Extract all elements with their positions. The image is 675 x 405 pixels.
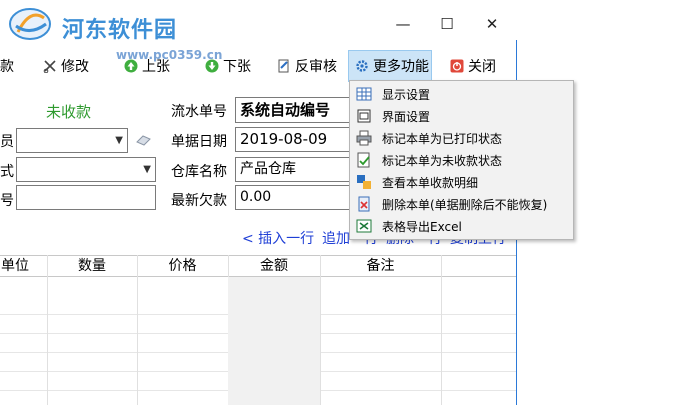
- left-label-3: 号: [0, 193, 14, 209]
- warehouse-field[interactable]: 产品仓库: [235, 157, 353, 182]
- left-combo-2[interactable]: ▼: [16, 157, 156, 182]
- menu-item-delete-document[interactable]: 删除本单(单据删除后不能恢复): [350, 193, 573, 215]
- more-functions-button[interactable]: 更多功能: [348, 50, 432, 82]
- arrears-field: 0.00: [235, 185, 353, 210]
- list-detail-icon: [357, 175, 371, 189]
- gear-icon: [356, 60, 368, 72]
- col-divider: [47, 255, 48, 405]
- menu-item-label: 界面设置: [382, 109, 431, 124]
- serial-label: 流水单号: [171, 104, 227, 120]
- menu-item-view-receipts[interactable]: 查看本单收款明细: [350, 171, 573, 193]
- menu-item-mark-printed[interactable]: 标记本单为已打印状态: [350, 127, 573, 149]
- menu-item-mark-unpaid[interactable]: 标记本单为未收款状态: [350, 149, 573, 171]
- header-remark[interactable]: 备注: [320, 255, 441, 277]
- toolbar: 款 修改 上张 下张 反审核 更多功能 关闭: [0, 50, 517, 82]
- partial-toolbar-button[interactable]: 款: [0, 50, 14, 82]
- menu-item-interface-settings[interactable]: 界面设置: [350, 105, 573, 127]
- eraser-icon[interactable]: [135, 134, 152, 146]
- menu-item-label: 标记本单为已打印状态: [382, 131, 503, 146]
- edit-label: 修改: [61, 59, 89, 75]
- amount-column-shade: [228, 277, 320, 405]
- menu-item-label: 表格导出Excel: [382, 219, 462, 234]
- watermark-title: 河东软件园: [62, 18, 178, 43]
- unaudit-button[interactable]: 反审核: [277, 50, 337, 82]
- menu-item-label: 删除本单(单据删除后不能恢复): [382, 197, 548, 212]
- printer-icon: [356, 130, 372, 146]
- chevron-down-icon: ▼: [115, 135, 123, 146]
- header-price[interactable]: 价格: [137, 255, 228, 277]
- left-label-1: 员: [0, 134, 14, 150]
- chevron-down-icon: ▼: [143, 164, 151, 175]
- delete-document-icon: [358, 196, 370, 212]
- close-window-button[interactable]: ✕: [482, 14, 502, 34]
- more-functions-label: 更多功能: [373, 59, 429, 75]
- left-combo-1[interactable]: ▼: [16, 128, 128, 153]
- document-check-icon: [357, 152, 370, 168]
- close-button[interactable]: 关闭: [450, 50, 496, 82]
- header-amount[interactable]: 金额: [228, 255, 320, 277]
- menu-item-display-settings[interactable]: 显示设置: [350, 83, 573, 105]
- left-label-2: 式: [0, 164, 14, 180]
- close-label: 关闭: [468, 59, 496, 75]
- scissors-icon: [43, 60, 56, 73]
- grid-icon: [356, 87, 372, 101]
- watermark-url: www.pc0359.cn: [116, 48, 223, 62]
- excel-export-icon: [356, 219, 372, 233]
- header-unit[interactable]: 单位: [0, 255, 30, 277]
- menu-item-export-excel[interactable]: 表格导出Excel: [350, 215, 573, 237]
- layout-icon: [357, 109, 371, 123]
- edit-button[interactable]: 修改: [43, 50, 89, 82]
- menu-item-label: 显示设置: [382, 87, 431, 102]
- col-divider: [441, 255, 442, 405]
- date-label: 单据日期: [171, 134, 227, 150]
- next-label: 下张: [223, 59, 251, 75]
- watermark-logo-icon: [9, 8, 51, 40]
- menu-item-label: 查看本单收款明细: [382, 175, 479, 190]
- more-functions-menu: 显示设置 界面设置 标记本单为已打印状态 标记本单为未收款状态 查看本单收款明细: [349, 80, 574, 240]
- maximize-button[interactable]: ☐: [437, 14, 457, 34]
- power-icon: [450, 59, 464, 73]
- header-quantity[interactable]: 数量: [47, 255, 137, 277]
- left-input-3[interactable]: [16, 185, 156, 210]
- document-edit-icon: [278, 59, 289, 73]
- warehouse-label: 仓库名称: [171, 164, 227, 180]
- arrears-label: 最新欠款: [171, 193, 227, 209]
- partial-toolbar-label: 款: [0, 59, 14, 75]
- menu-item-label: 标记本单为未收款状态: [382, 153, 503, 168]
- date-field[interactable]: 2019-08-09: [235, 127, 353, 152]
- payment-status: 未收款: [46, 103, 92, 121]
- insert-row-link[interactable]: < 插入一行: [242, 228, 314, 248]
- unaudit-label: 反审核: [295, 59, 337, 75]
- serial-field: 系统自动编号: [235, 97, 353, 123]
- minimize-button[interactable]: —: [393, 14, 413, 34]
- col-divider: [320, 255, 321, 405]
- col-divider: [137, 255, 138, 405]
- title-bar: 河东软件园 — ☐ ✕: [0, 0, 517, 43]
